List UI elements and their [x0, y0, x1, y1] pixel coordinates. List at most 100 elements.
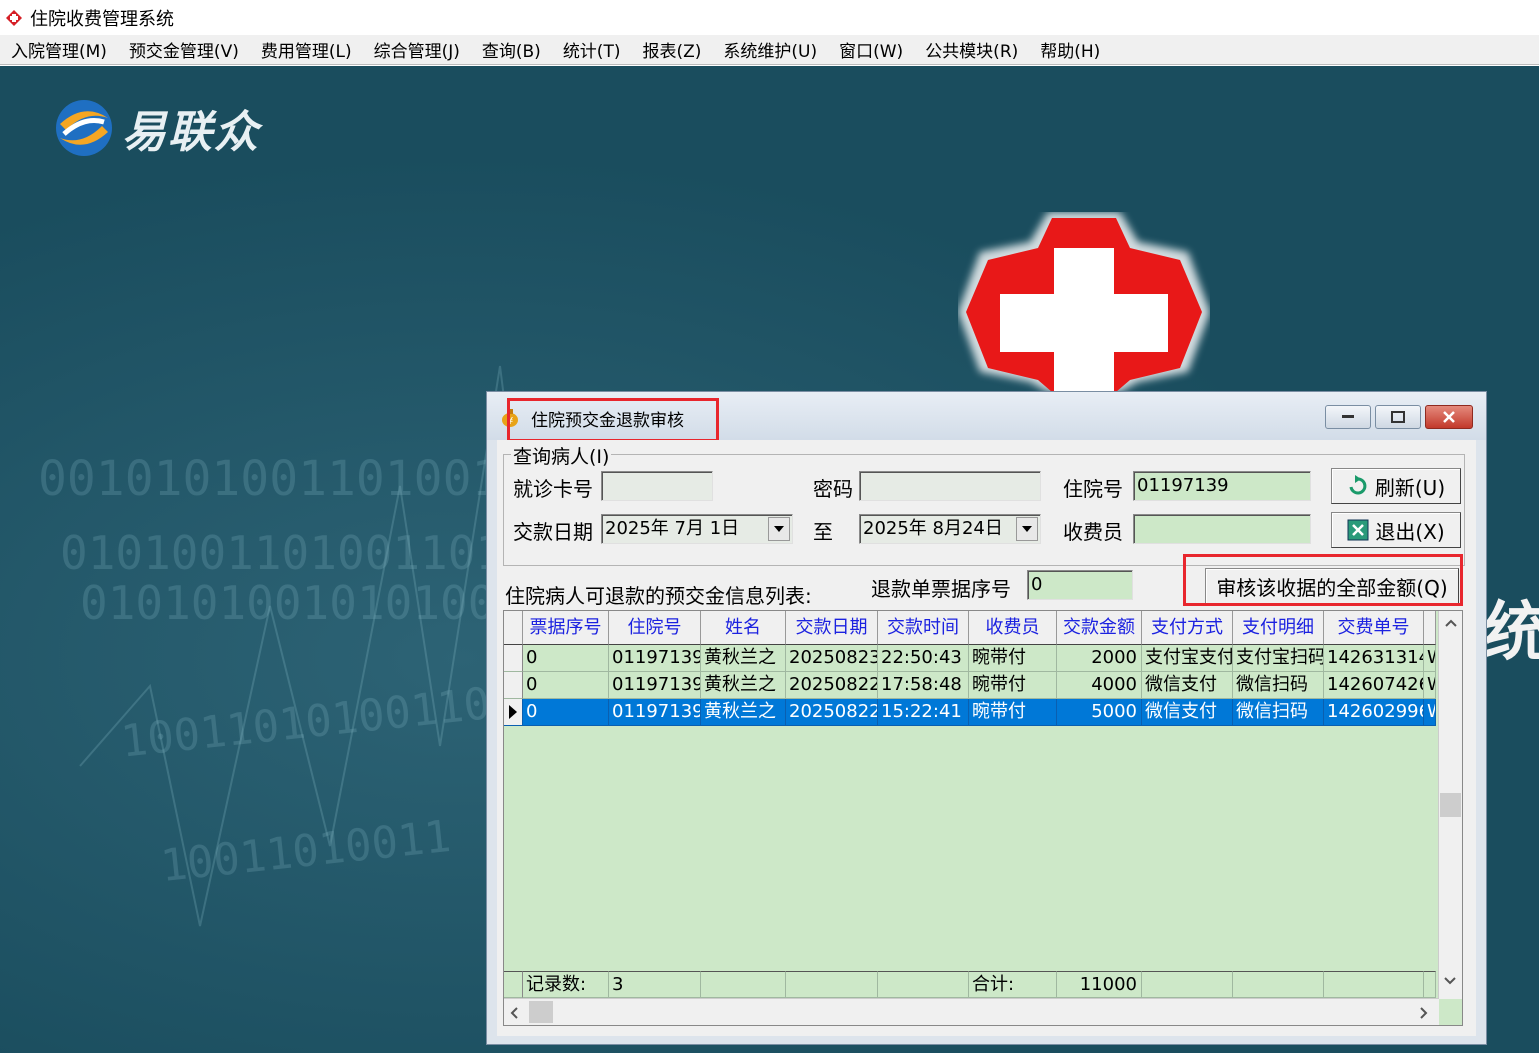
cell-pay-detail: 支付宝扫码 — [1233, 645, 1324, 672]
refundable-list-label: 住院病人可退款的预交金信息列表: — [505, 584, 812, 608]
date-from-value: 2025年 7月 1日 — [605, 518, 740, 539]
column-header-pay-method[interactable]: 支付方式 — [1142, 611, 1233, 645]
column-header-amount[interactable]: 交款金额 — [1057, 611, 1142, 645]
footer-cell — [701, 971, 786, 998]
footer-cell — [786, 971, 878, 998]
cell-cashier: 晼带付 — [969, 699, 1057, 726]
cell-pay-detail: 微信扫码 — [1233, 672, 1324, 699]
minimize-icon — [1342, 415, 1354, 418]
footer-cell — [878, 971, 969, 998]
total-value: 11000 — [1057, 971, 1142, 998]
cell-pay-date: 20250822 — [786, 699, 878, 726]
query-patient-group-label: 查询病人(I) — [511, 442, 612, 469]
menu-fees[interactable]: 费用管理(L) — [250, 37, 363, 62]
cell-extra: W — [1424, 672, 1436, 699]
scroll-down-icon[interactable] — [1444, 977, 1456, 985]
record-count-label: 记录数: — [523, 971, 609, 998]
minimize-button[interactable] — [1325, 405, 1371, 429]
table-row[interactable]: 0 01197139 黄秋兰之 20250822 17:58:48 晼带付 40… — [504, 672, 1439, 699]
exit-button[interactable]: 退出(X) — [1331, 512, 1461, 548]
cell-extra: W — [1424, 645, 1436, 672]
row-indicator[interactable] — [504, 645, 523, 672]
cell-extra: W — [1424, 699, 1436, 726]
vertical-scrollbar[interactable] — [1438, 611, 1462, 999]
company-logo: 易联众 — [52, 96, 260, 160]
cell-pay-detail: 微信扫码 — [1233, 699, 1324, 726]
cell-inpatient-no: 01197139 — [609, 699, 701, 726]
column-header-cashier[interactable]: 收费员 — [969, 611, 1057, 645]
menu-window[interactable]: 窗口(W) — [828, 37, 914, 62]
refund-receipt-number-label: 退款单票据序号 — [871, 577, 1011, 601]
inpatient-number-input[interactable]: 01197139 — [1133, 471, 1311, 501]
company-logo-icon — [56, 100, 112, 156]
cashier-label: 收费员 — [1063, 520, 1123, 544]
app-logo-icon — [6, 9, 22, 26]
cell-cashier: 晼带付 — [969, 645, 1057, 672]
table-row-selected[interactable]: 0 01197139 黄秋兰之 20250822 15:22:41 晼带付 50… — [504, 699, 1439, 726]
cell-pay-method: 支付宝支付 — [1142, 645, 1233, 672]
scroll-up-icon[interactable] — [1445, 619, 1457, 627]
cell-pay-date: 20250823 — [786, 645, 878, 672]
menu-bar: 入院管理(M) 预交金管理(V) 费用管理(L) 综合管理(J) 查询(B) 统… — [0, 35, 1539, 65]
column-header-payment-slip-no[interactable]: 交费单号 — [1324, 611, 1424, 645]
row-indicator-current[interactable] — [504, 699, 523, 726]
chevron-down-icon — [774, 526, 784, 532]
red-cross-icon — [958, 212, 1210, 392]
table-row[interactable]: 0 01197139 黄秋兰之 20250823 22:50:43 晼带付 20… — [504, 645, 1439, 672]
footer-indicator — [504, 971, 523, 998]
vertical-scroll-thumb[interactable] — [1440, 793, 1461, 817]
grid-header-row: 票据序号 住院号 姓名 交款日期 交款时间 收费员 交款金额 支付方式 支付明细… — [504, 611, 1439, 645]
date-to-picker[interactable]: 2025年 8月24日 — [859, 514, 1041, 544]
menu-system-maintenance[interactable]: 系统维护(U) — [712, 37, 828, 62]
column-header-pay-detail[interactable]: 支付明细 — [1233, 611, 1324, 645]
company-logo-text: 易联众 — [122, 107, 260, 158]
column-header-pay-date[interactable]: 交款日期 — [786, 611, 878, 645]
exit-icon — [1347, 519, 1369, 541]
column-header-inpatient-no[interactable]: 住院号 — [609, 611, 701, 645]
column-header-extra[interactable] — [1424, 611, 1436, 645]
menu-reports[interactable]: 报表(Z) — [631, 37, 712, 62]
cell-amount: 4000 — [1057, 672, 1142, 699]
footer-cell — [1424, 971, 1436, 998]
menu-general[interactable]: 综合管理(J) — [363, 37, 471, 62]
card-number-input[interactable] — [601, 471, 713, 501]
menu-help[interactable]: 帮助(H) — [1029, 37, 1111, 62]
menu-common-modules[interactable]: 公共模块(R) — [914, 37, 1029, 62]
scroll-left-icon[interactable] — [510, 1007, 518, 1019]
date-to-dropdown-button[interactable] — [1016, 517, 1038, 541]
audit-button-highlight-box — [1183, 554, 1463, 606]
grid-footer-row: 记录数: 3 合计: 11000 — [504, 971, 1439, 998]
cell-name: 黄秋兰之 — [701, 672, 786, 699]
column-header-name[interactable]: 姓名 — [701, 611, 786, 645]
footer-cell — [1142, 971, 1233, 998]
menu-statistics[interactable]: 统计(T) — [552, 37, 632, 62]
scroll-right-icon[interactable] — [1420, 1007, 1428, 1019]
refund-receipt-number-input[interactable]: 0 — [1027, 570, 1133, 600]
refresh-icon — [1349, 475, 1367, 495]
footer-cell — [1233, 971, 1324, 998]
menu-admission[interactable]: 入院管理(M) — [0, 37, 118, 62]
chevron-down-icon — [1022, 526, 1032, 532]
cell-name: 黄秋兰之 — [701, 645, 786, 672]
date-from-picker[interactable]: 2025年 7月 1日 — [601, 514, 793, 544]
column-header-pay-time[interactable]: 交款时间 — [878, 611, 969, 645]
row-indicator[interactable] — [504, 672, 523, 699]
password-input[interactable] — [859, 471, 1041, 501]
cell-amount: 2000 — [1057, 645, 1142, 672]
close-icon — [1443, 411, 1455, 423]
dialog-body: 查询病人(I) 就诊卡号 密码 住院号 01197139 刷新(U) 交款日期 … — [497, 440, 1476, 1036]
horizontal-scroll-thumb[interactable] — [529, 1001, 553, 1023]
menu-query[interactable]: 查询(B) — [471, 37, 552, 62]
cell-pay-time: 15:22:41 — [878, 699, 969, 726]
cell-payment-slip-no: 142631314 — [1324, 645, 1424, 672]
column-header-receipt-seq[interactable]: 票据序号 — [523, 611, 609, 645]
menu-prepayment[interactable]: 预交金管理(V) — [118, 37, 250, 62]
refresh-button[interactable]: 刷新(U) — [1331, 468, 1461, 504]
prepayment-refund-audit-dialog: ¥ 住院预交金退款审核 查询病人(I) 就诊卡号 密码 住院号 01197139… — [486, 391, 1487, 1045]
horizontal-scrollbar[interactable] — [504, 998, 1439, 1025]
cashier-input[interactable] — [1133, 514, 1311, 544]
cell-pay-time: 22:50:43 — [878, 645, 969, 672]
date-from-dropdown-button[interactable] — [768, 517, 790, 541]
close-button[interactable] — [1425, 405, 1473, 429]
maximize-button[interactable] — [1375, 405, 1421, 429]
